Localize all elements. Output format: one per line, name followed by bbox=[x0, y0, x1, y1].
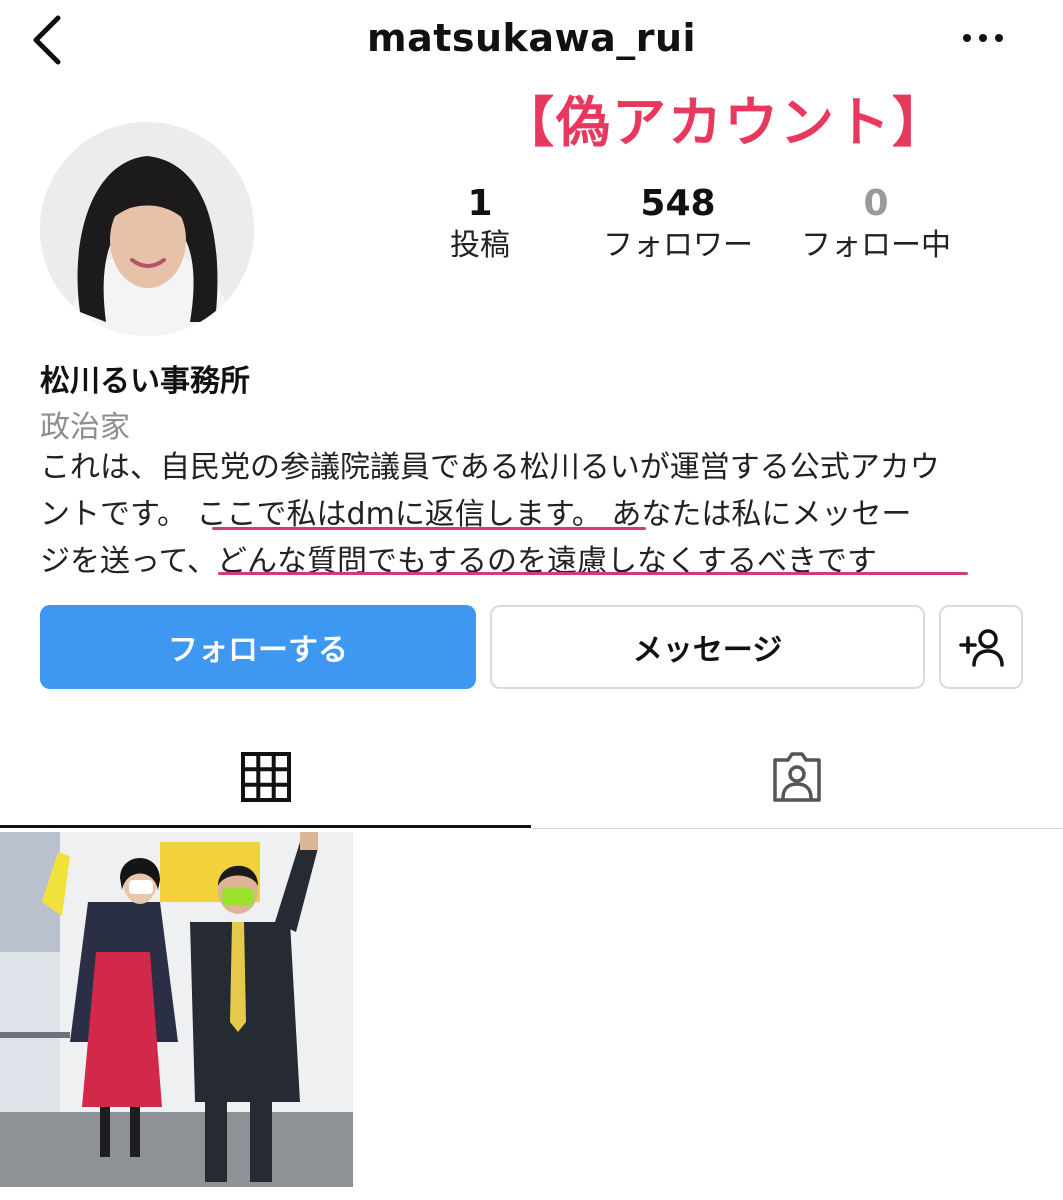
suggested-accounts-button[interactable] bbox=[939, 605, 1023, 689]
profile-username: matsukawa_rui bbox=[366, 16, 697, 60]
more-horizontal-icon bbox=[963, 34, 1003, 42]
follow-button[interactable]: フォローする bbox=[40, 605, 476, 689]
profile-category: 政治家 bbox=[40, 410, 130, 445]
followers-stat[interactable]: 548 フォロワー bbox=[568, 184, 788, 268]
profile-display-name: 松川るい事務所 bbox=[40, 364, 250, 399]
posts-count: 1 bbox=[467, 183, 493, 224]
bio-segment: あなたは私にメッセー bbox=[611, 497, 912, 532]
top-bar: matsukawa_rui bbox=[0, 0, 1063, 80]
tab-divider bbox=[531, 828, 1063, 829]
bio-line-3: ジを送って、どんな質問でもするのを遠慮しなくするべきです bbox=[40, 538, 1030, 585]
profile-stats: 1 投稿 548 フォロワー 0 フォロー中 bbox=[0, 184, 1063, 274]
bio-line-2: ントです。 ここで私はdmに返信します。 あなたは私にメッセー bbox=[40, 491, 1030, 538]
following-stat[interactable]: 0 フォロー中 bbox=[766, 184, 986, 268]
posts-label: 投稿 bbox=[450, 228, 510, 263]
bio-segment: ジを送って、 bbox=[40, 544, 217, 579]
post-photo bbox=[0, 832, 353, 1187]
message-button[interactable]: メッセージ bbox=[490, 605, 925, 689]
posts-stat[interactable]: 1 投稿 bbox=[370, 184, 590, 268]
post-thumbnail[interactable] bbox=[0, 832, 353, 1187]
followers-count: 548 bbox=[640, 183, 716, 224]
active-tab-indicator bbox=[0, 825, 531, 828]
bio-line-1: これは、自民党の参議院議員である松川るいが運営する公式アカウ bbox=[40, 450, 940, 485]
tagged-person-icon bbox=[772, 752, 821, 802]
bio-segment: ントです。 bbox=[40, 497, 187, 532]
annotation-underline bbox=[218, 572, 968, 575]
tab-tagged[interactable] bbox=[531, 724, 1062, 830]
fake-account-label: 【偽アカウント】 bbox=[500, 91, 948, 154]
tab-posts-grid[interactable] bbox=[0, 724, 531, 830]
following-label: フォロー中 bbox=[801, 228, 951, 263]
profile-tabs bbox=[0, 724, 1063, 830]
followers-label: フォロワー bbox=[603, 228, 753, 263]
profile-bio: これは、自民党の参議院議員である松川るいが運営する公式アカウ ントです。 ここで… bbox=[40, 444, 1030, 585]
add-person-icon bbox=[959, 629, 1004, 667]
more-options-button[interactable] bbox=[961, 28, 1005, 48]
grid-icon bbox=[240, 752, 291, 802]
annotation-underline bbox=[212, 527, 646, 530]
following-count: 0 bbox=[863, 183, 889, 224]
